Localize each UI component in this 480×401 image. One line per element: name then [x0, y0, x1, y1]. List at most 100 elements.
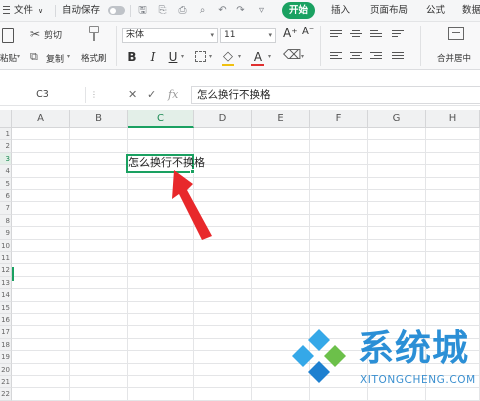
row-header-13[interactable]: 13 [0, 276, 12, 290]
column-header-c[interactable]: C [128, 110, 194, 128]
redo-icon[interactable]: ↷ [235, 5, 246, 16]
column-header-e[interactable]: E [252, 110, 310, 128]
align-top-icon[interactable] [330, 30, 342, 40]
font-color-button[interactable]: A [252, 50, 264, 64]
row-gridline [12, 164, 480, 166]
tab-page-layout[interactable]: 页面布局 [370, 4, 408, 18]
copy-icon[interactable]: ⧉ [30, 50, 38, 64]
row-header-9[interactable]: 9 [0, 227, 12, 240]
align-middle-icon[interactable] [350, 30, 362, 40]
align-bottom-icon[interactable] [370, 30, 382, 40]
row-header-14[interactable]: 14 [0, 289, 12, 302]
watermark-title: 系统城 [358, 328, 470, 369]
chevron-down-icon: ▾ [268, 31, 272, 39]
merge-cells-icon[interactable] [448, 27, 464, 40]
decrease-font-button[interactable]: A⁻ [302, 26, 314, 37]
column-gridline [251, 128, 252, 401]
chevron-down-icon[interactable]: ∨ [38, 4, 43, 18]
chevron-down-icon[interactable]: ▾ [181, 53, 184, 60]
more-options-icon[interactable]: ⋮ [90, 87, 98, 103]
row-gridline [12, 226, 480, 228]
align-center-icon[interactable] [350, 52, 362, 62]
align-left-icon[interactable] [330, 52, 342, 62]
format-painter-button[interactable]: 格式刷 [81, 52, 107, 64]
print-icon[interactable]: ⎙ [177, 5, 188, 16]
row-header-5[interactable]: 5 [0, 177, 12, 190]
row-header-21[interactable]: 21 [0, 376, 12, 389]
paste-icon[interactable] [2, 28, 14, 43]
tab-formula[interactable]: 公式 [426, 4, 445, 18]
row-header-1[interactable]: 1 [0, 128, 12, 141]
row-header-20[interactable]: 20 [0, 363, 12, 376]
menu-icon[interactable] [3, 6, 10, 14]
row-gridline [12, 288, 480, 290]
column-header-d[interactable]: D [194, 110, 252, 128]
scissors-icon[interactable]: ✂ [30, 27, 40, 41]
chevron-down-icon[interactable]: ▾ [17, 53, 20, 60]
increase-font-button[interactable]: A⁺ [283, 26, 298, 40]
tab-start[interactable]: 开始 [282, 2, 316, 19]
merge-center-button[interactable]: 合并居中 [437, 52, 471, 64]
tab-insert[interactable]: 插入 [331, 4, 350, 18]
row-header-18[interactable]: 18 [0, 338, 12, 352]
align-right-icon[interactable] [370, 52, 382, 62]
autosave-toggle[interactable] [108, 6, 125, 15]
preview-icon[interactable]: ⌕ [197, 5, 208, 16]
save-icon[interactable]: 🖫 [137, 5, 148, 16]
italic-button[interactable]: I [147, 50, 159, 64]
row-header-15[interactable]: 15 [0, 301, 12, 314]
column-header-b[interactable]: B [70, 110, 128, 128]
chevron-down-icon[interactable]: ▾ [268, 53, 271, 60]
row-gridline [12, 300, 480, 302]
cut-button[interactable]: 剪切 [44, 28, 62, 41]
font-size-select[interactable]: 11 ▾ [220, 28, 276, 43]
fill-color-icon[interactable]: ◇ [223, 49, 233, 64]
separator [420, 26, 421, 66]
row-header-4[interactable]: 4 [0, 165, 12, 178]
row-header-3[interactable]: 3 [0, 152, 12, 166]
row-gridline [12, 275, 480, 277]
row-header-22[interactable]: 22 [0, 388, 12, 401]
more-icon[interactable]: ▿ [256, 5, 267, 16]
wrap-text-icon[interactable] [392, 30, 404, 40]
name-box[interactable]: C3 [0, 87, 86, 103]
undo-icon[interactable]: ↶ [217, 5, 228, 16]
row-header-17[interactable]: 17 [0, 326, 12, 339]
row-header-16[interactable]: 16 [0, 314, 12, 327]
chevron-down-icon[interactable]: ▾ [209, 53, 212, 60]
copy-button[interactable]: 复制 [46, 52, 64, 65]
paste-button[interactable]: 粘贴 [0, 52, 17, 64]
chevron-down-icon[interactable]: ▾ [238, 53, 241, 60]
formula-input[interactable]: 怎么换行不换格 [191, 86, 480, 104]
row-header-10[interactable]: 10 [0, 239, 12, 252]
chevron-down-icon[interactable]: ▾ [67, 53, 70, 60]
confirm-icon[interactable]: ✓ [147, 87, 156, 103]
menu-bar: 文件 ∨ 自动保存 🖫 ⎘ ⎙ ⌕ ↶ ↷ ▿ 开始 插入 页面布局 公式 数据 [0, 0, 480, 22]
row-header-12[interactable]: 12 [0, 264, 12, 277]
row-gridline [12, 151, 480, 153]
tab-data[interactable]: 数据 [462, 4, 480, 18]
bold-button[interactable]: B [126, 50, 138, 64]
row-header-8[interactable]: 8 [0, 214, 12, 228]
font-name-select[interactable]: 宋体 ▾ [122, 28, 218, 43]
cancel-icon[interactable]: ✕ [128, 87, 137, 103]
column-header-g[interactable]: G [368, 110, 426, 128]
eraser-icon[interactable]: ⌫ [283, 48, 301, 63]
column-header-f[interactable]: F [310, 110, 368, 128]
chevron-down-icon[interactable]: ▾ [301, 53, 304, 60]
format-painter-icon[interactable] [89, 26, 99, 42]
row-header-11[interactable]: 11 [0, 252, 12, 265]
row-header-7[interactable]: 7 [0, 202, 12, 215]
export-icon[interactable]: ⎘ [157, 5, 168, 16]
underline-button[interactable]: U [167, 50, 179, 64]
select-all-corner[interactable] [0, 110, 12, 128]
row-header-2[interactable]: 2 [0, 140, 12, 153]
column-header-a[interactable]: A [12, 110, 70, 128]
row-header-19[interactable]: 19 [0, 351, 12, 364]
border-icon[interactable] [195, 51, 206, 62]
function-icon[interactable]: fx [168, 87, 178, 103]
justify-icon[interactable] [392, 52, 404, 62]
column-header-h[interactable]: H [426, 110, 480, 128]
file-menu[interactable]: 文件 [14, 4, 33, 18]
row-header-6[interactable]: 6 [0, 190, 12, 203]
